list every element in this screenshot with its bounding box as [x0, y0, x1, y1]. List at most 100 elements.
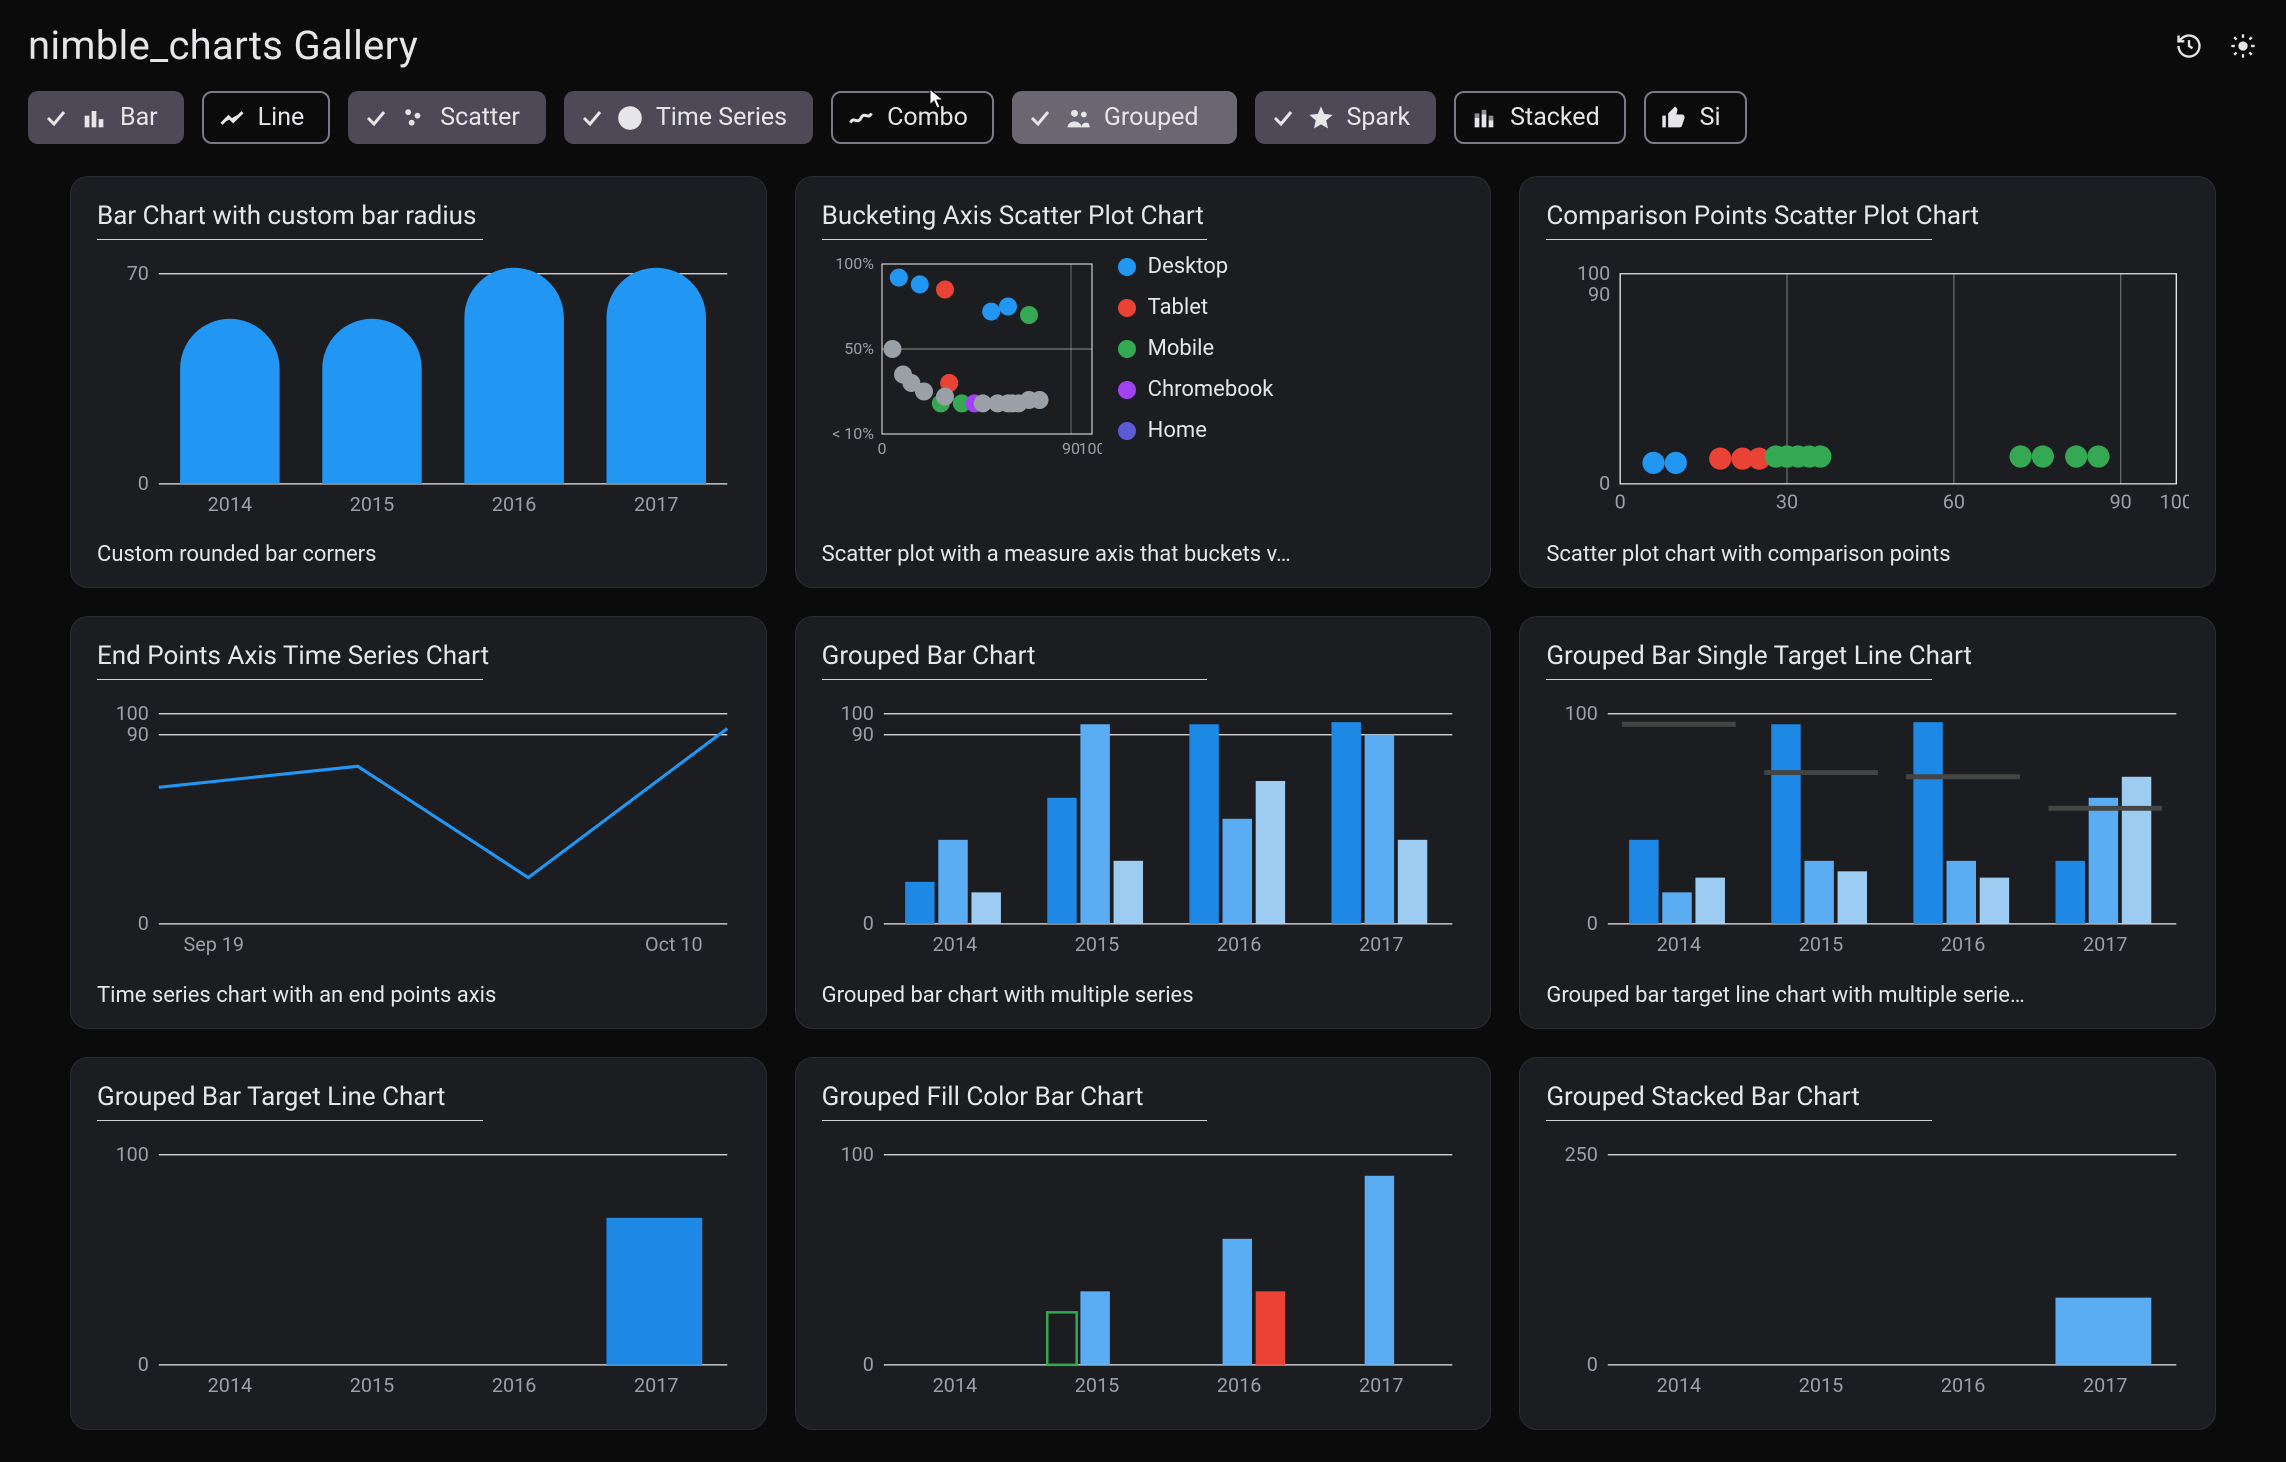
legend-label: Home [1148, 418, 1207, 443]
svg-text:0: 0 [138, 912, 149, 935]
svg-text:2016: 2016 [1217, 933, 1261, 956]
page-title: nimble_charts Gallery [28, 22, 418, 69]
filter-chip-scatter[interactable]: Scatter [348, 91, 546, 144]
bar-icon [80, 104, 108, 132]
svg-text:0: 0 [1587, 912, 1598, 935]
title-underline [1546, 1120, 1932, 1121]
star-icon [1307, 104, 1335, 132]
svg-text:0: 0 [862, 912, 873, 935]
card-title: End Points Axis Time Series Chart [97, 641, 740, 671]
svg-text:100: 100 [840, 1143, 873, 1166]
svg-text:2015: 2015 [1074, 1374, 1118, 1397]
svg-text:0: 0 [138, 1353, 149, 1376]
svg-text:100: 100 [1577, 262, 1610, 285]
chart-card-comparison_scatter[interactable]: Comparison Points Scatter Plot Chart 0 90… [1519, 176, 2216, 588]
svg-text:100%: 100% [835, 254, 874, 273]
chip-label: Si [1700, 103, 1721, 132]
svg-text:70: 70 [127, 262, 149, 285]
svg-text:2016: 2016 [492, 1374, 536, 1397]
svg-text:2015: 2015 [350, 493, 394, 516]
card-title: Grouped Bar Single Target Line Chart [1546, 641, 2189, 671]
svg-text:100: 100 [1565, 702, 1598, 725]
svg-text:0: 0 [1599, 472, 1610, 495]
svg-text:2014: 2014 [208, 1374, 252, 1397]
filter-chip-line[interactable]: Line [202, 91, 331, 144]
svg-text:0: 0 [1587, 1353, 1598, 1376]
legend-item: Mobile [1118, 336, 1274, 361]
chart-plot: 0901002014201520162017 [822, 694, 1465, 968]
check-icon [364, 106, 388, 130]
cursor-icon [928, 87, 948, 111]
svg-text:90: 90 [1062, 439, 1080, 458]
chart-card-bar_radius[interactable]: Bar Chart with custom bar radius 0702014… [70, 176, 767, 588]
legend-item: Desktop [1118, 254, 1274, 279]
chart-card-grid[interactable]: Bar Chart with custom bar radius 0702014… [0, 152, 2286, 1454]
check-icon [44, 106, 68, 130]
svg-text:2017: 2017 [634, 493, 678, 516]
title-underline [822, 1120, 1208, 1121]
filter-chip-stacked[interactable]: Stacked [1454, 91, 1626, 144]
svg-text:Sep 19: Sep 19 [184, 933, 244, 956]
svg-text:2017: 2017 [2083, 933, 2127, 956]
card-title: Comparison Points Scatter Plot Chart [1546, 201, 2189, 231]
filter-chip-timeseries[interactable]: Time Series [564, 91, 813, 144]
svg-text:2016: 2016 [1941, 933, 1985, 956]
chip-label: Stacked [1510, 103, 1600, 132]
chart-area: 02502014201520162017 [1546, 1135, 2189, 1409]
chart-plot: 01002014201520162017 [822, 1135, 1465, 1409]
legend-dot-icon [1118, 299, 1136, 317]
legend-item: Tablet [1118, 295, 1274, 320]
card-title: Grouped Stacked Bar Chart [1546, 1082, 2189, 1112]
card-description: Scatter plot chart with comparison point… [1546, 542, 2189, 567]
combo-icon [847, 104, 875, 132]
chart-area: 0901000306090100 [1546, 254, 2189, 528]
filter-chip-grouped[interactable]: Grouped [1012, 91, 1237, 144]
chart-area: 0901002014201520162017 [822, 694, 1465, 968]
filter-chip-si[interactable]: Si [1644, 91, 1747, 144]
chart-plot: 01002014201520162017 [1546, 694, 2189, 968]
legend-dot-icon [1118, 422, 1136, 440]
history-icon[interactable] [2174, 31, 2204, 61]
chart-card-endpoints_ts[interactable]: End Points Axis Time Series Chart 090100… [70, 616, 767, 1028]
card-description: Grouped bar target line chart with multi… [1546, 983, 2189, 1008]
svg-text:250: 250 [1565, 1143, 1598, 1166]
svg-text:90: 90 [127, 723, 149, 746]
chart-plot: 0702014201520162017 [97, 254, 740, 528]
filter-chip-combo[interactable]: Combo [831, 91, 994, 144]
svg-text:2016: 2016 [1217, 1374, 1261, 1397]
chart-card-bucket_scatter[interactable]: Bucketing Axis Scatter Plot Chart < 10% 5… [795, 176, 1492, 588]
thumb-icon [1660, 104, 1688, 132]
chart-legend: Desktop Tablet Mobile Chromebook Home [1118, 254, 1274, 528]
svg-text:50%: 50% [844, 339, 874, 358]
legend-item: Home [1118, 418, 1274, 443]
stacked-icon [1470, 104, 1498, 132]
chip-label: Bar [120, 103, 158, 132]
svg-text:90: 90 [2110, 491, 2132, 514]
legend-label: Mobile [1148, 336, 1214, 361]
chart-card-grouped_stacked[interactable]: Grouped Stacked Bar Chart 02502014201520… [1519, 1057, 2216, 1430]
chip-label: Scatter [440, 103, 520, 132]
chart-card-grouped_target[interactable]: Grouped Bar Target Line Chart 0100201420… [70, 1057, 767, 1430]
filter-chip-bar[interactable]: Bar [28, 91, 184, 144]
clock-icon [616, 104, 644, 132]
svg-text:0: 0 [1615, 491, 1626, 514]
chart-card-grouped_fill[interactable]: Grouped Fill Color Bar Chart 01002014201… [795, 1057, 1492, 1430]
svg-text:< 10%: < 10% [832, 424, 874, 443]
svg-text:2017: 2017 [1359, 1374, 1403, 1397]
svg-text:2017: 2017 [1359, 933, 1403, 956]
theme-toggle-icon[interactable] [2228, 31, 2258, 61]
legend-item: Chromebook [1118, 377, 1274, 402]
card-title: Grouped Fill Color Bar Chart [822, 1082, 1465, 1112]
top-actions [2174, 31, 2258, 61]
svg-text:2017: 2017 [634, 1374, 678, 1397]
filter-chip-spark[interactable]: Spark [1255, 91, 1437, 144]
title-underline [97, 679, 483, 680]
check-icon [1028, 106, 1052, 130]
chart-card-grouped_single_target[interactable]: Grouped Bar Single Target Line Chart 0 10… [1519, 616, 2216, 1028]
svg-text:90: 90 [851, 723, 873, 746]
chart-card-grouped_bar[interactable]: Grouped Bar Chart 0901002014201520162017… [795, 616, 1492, 1028]
card-title: Bucketing Axis Scatter Plot Chart [822, 201, 1465, 231]
legend-dot-icon [1118, 381, 1136, 399]
card-title: Grouped Bar Target Line Chart [97, 1082, 740, 1112]
svg-text:2016: 2016 [492, 493, 536, 516]
